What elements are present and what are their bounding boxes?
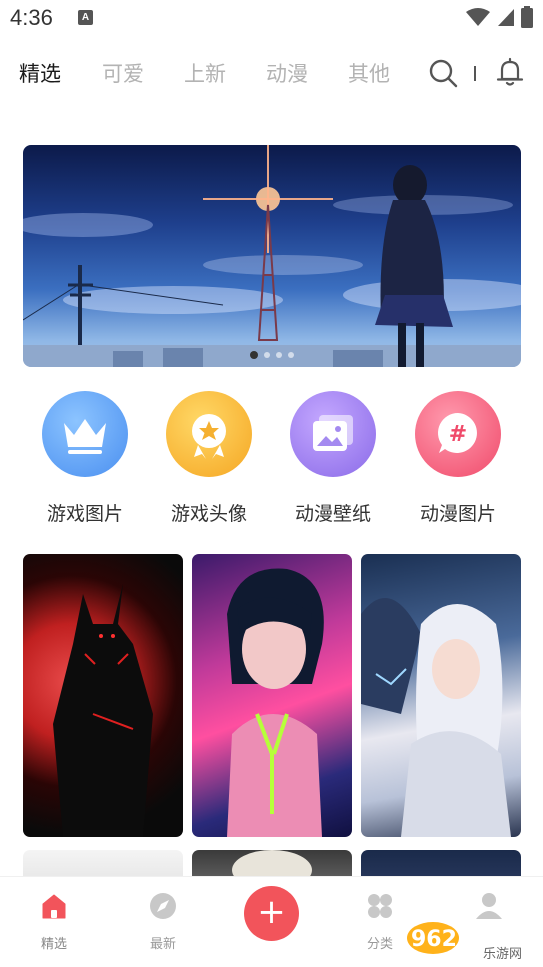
status-time: 4:36 xyxy=(10,5,53,30)
wallpaper-card[interactable] xyxy=(361,554,521,837)
status-bar: 4:36 A xyxy=(0,0,543,38)
top-tab-bar: 精选 可爱 上新 动漫 其他 xyxy=(0,50,543,98)
crown-icon xyxy=(42,391,128,477)
nav-label: 最新 xyxy=(149,937,176,952)
site-watermark: 962.NET 乐游网 xyxy=(407,922,522,961)
signal-icon xyxy=(498,9,514,26)
nav-home[interactable]: 精选 xyxy=(24,891,84,952)
grid-icon xyxy=(368,894,392,918)
category-label: 游戏头像 xyxy=(170,503,247,525)
plus-icon: + xyxy=(257,892,286,932)
pagination-dot[interactable] xyxy=(250,351,258,359)
nav-label: 分类 xyxy=(366,937,393,952)
pagination-dot[interactable] xyxy=(264,352,270,358)
category-label: 游戏图片 xyxy=(46,503,123,525)
dark-samurai-artwork xyxy=(53,584,153,837)
search-icon[interactable] xyxy=(428,58,458,88)
tab-anime[interactable]: 动漫 xyxy=(266,58,308,88)
bell-icon[interactable] xyxy=(494,56,526,88)
home-icon xyxy=(42,894,66,919)
notification-icon: A xyxy=(78,10,93,25)
neon-anime-girl-artwork xyxy=(227,568,324,837)
banner-carousel[interactable] xyxy=(23,145,521,367)
status-indicators xyxy=(465,6,533,28)
wallpaper-card[interactable] xyxy=(192,554,352,837)
category-game-avatars[interactable]: 游戏头像 xyxy=(154,388,264,526)
medal-icon xyxy=(166,391,252,477)
category-anime-images[interactable]: # 动漫图片 xyxy=(403,388,513,526)
tab-featured[interactable]: 精选 xyxy=(19,58,61,88)
category-row: 游戏图片 游戏头像 动漫壁纸 # 动漫图片 xyxy=(0,388,543,538)
category-anime-wallpapers[interactable]: 动漫壁纸 xyxy=(278,388,388,526)
compass-icon xyxy=(150,893,176,919)
nav-category[interactable]: 分类 xyxy=(350,891,410,952)
wifi-icon xyxy=(466,8,490,26)
nav-latest[interactable]: 最新 xyxy=(133,891,193,952)
hashtag-icon: # xyxy=(415,391,501,477)
banner-illustration xyxy=(23,145,521,367)
svg-text:乐游网: 乐游网 xyxy=(483,947,522,961)
category-label: 动漫壁纸 xyxy=(294,503,371,525)
pagination-dot[interactable] xyxy=(276,352,282,358)
pagination-dot[interactable] xyxy=(288,352,294,358)
svg-text:#: # xyxy=(449,422,467,447)
tab-other[interactable]: 其他 xyxy=(348,58,390,88)
nav-label: 精选 xyxy=(40,937,67,952)
add-button[interactable]: + xyxy=(244,886,299,941)
wallpaper-card[interactable] xyxy=(23,554,183,837)
toolbar-divider xyxy=(474,66,476,81)
banner-pagination xyxy=(23,351,521,359)
image-icon xyxy=(290,391,376,477)
category-game-images[interactable]: 游戏图片 xyxy=(30,388,140,526)
tab-new[interactable]: 上新 xyxy=(184,58,226,88)
tab-cute[interactable]: 可爱 xyxy=(102,58,144,88)
battery-icon xyxy=(521,6,533,28)
dragon-girl-artwork xyxy=(361,598,511,837)
category-label: 动漫图片 xyxy=(419,503,496,525)
